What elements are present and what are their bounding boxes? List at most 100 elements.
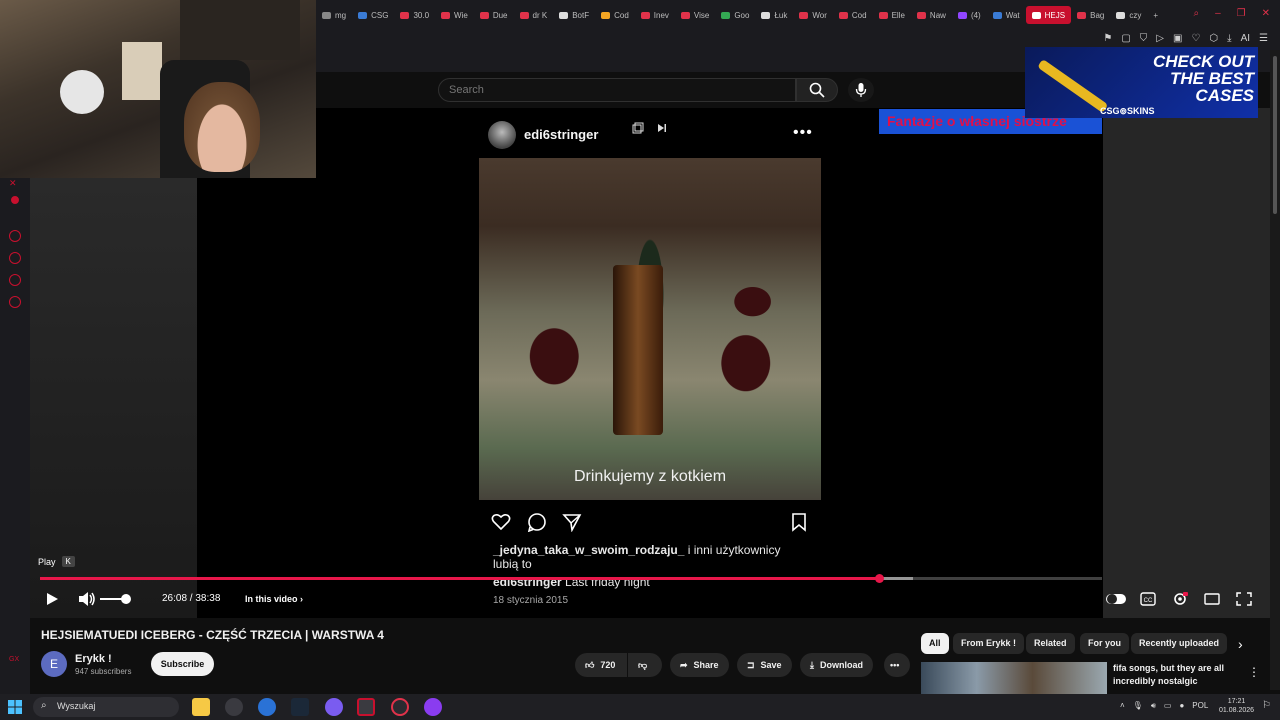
chip-for-you[interactable]: For you <box>1080 633 1129 654</box>
speaker-icon[interactable]: 🔊︎ <box>1151 701 1156 711</box>
autoplay-toggle[interactable] <box>1105 592 1127 606</box>
more-vertical-icon[interactable]: ⋮ <box>1248 665 1260 679</box>
browser-tab[interactable]: Wor <box>793 6 833 24</box>
sidebar-settings-icon[interactable] <box>9 296 21 308</box>
new-tab-button[interactable]: + <box>1147 6 1164 24</box>
share-button[interactable]: ➦ Share <box>670 653 729 677</box>
file-explorer-icon[interactable] <box>192 698 210 716</box>
opera-gx-icon[interactable] <box>357 698 375 716</box>
browser-tab[interactable]: czy <box>1110 6 1147 24</box>
chip-recently-uploaded[interactable]: Recently uploaded <box>1131 633 1228 654</box>
sidebar-extensions-icon[interactable] <box>9 274 21 286</box>
microphone-icon[interactable]: 🎙︎ <box>1133 701 1143 711</box>
dislike-button[interactable]: 👎︎ <box>628 653 662 677</box>
extension-icons: ⚑ ▢ ⛉ ▷ ▣ ♡ ⬡ ⤓ AI ☰ <box>1103 31 1268 45</box>
recommendation-title[interactable]: fifa songs, but they are all incredibly … <box>1113 662 1238 688</box>
app-icon[interactable] <box>225 698 243 716</box>
search-button[interactable] <box>796 78 838 102</box>
tab-favicon-icon <box>358 11 368 19</box>
chevron-right-icon[interactable]: › <box>1238 636 1243 652</box>
chip-all[interactable]: All <box>921 633 949 654</box>
browser-tab[interactable]: HEJS <box>1025 6 1072 24</box>
browser-tab[interactable]: Vise <box>675 6 715 24</box>
bookmark-icon[interactable]: ⚑ <box>1103 33 1112 44</box>
taskbar-clock[interactable]: 17:21 01.08.2026 <box>1219 697 1254 715</box>
browser-tab[interactable]: Łuk <box>755 6 793 24</box>
browser-tab[interactable]: Goo <box>715 6 755 24</box>
taskbar-search[interactable]: ⌕ Wyszukaj <box>33 697 179 717</box>
maximize-icon[interactable]: ❐ <box>1237 8 1246 19</box>
sidebar-player-icon[interactable] <box>9 230 21 242</box>
browser-tab[interactable]: Cod <box>595 6 635 24</box>
search-tabs-icon[interactable]: ⌕ <box>1193 8 1199 19</box>
ai-icon[interactable]: AI <box>1241 33 1250 44</box>
shield-icon[interactable]: ⛉ <box>1140 33 1148 44</box>
steam-icon[interactable] <box>291 698 309 716</box>
subscribe-button[interactable]: Subscribe <box>151 652 214 676</box>
subtitles-icon[interactable]: CC <box>1140 592 1156 606</box>
browser-tab[interactable]: Elle <box>873 6 911 24</box>
play-tooltip: Play K <box>38 556 75 567</box>
progress-scrubber[interactable] <box>875 574 884 583</box>
browser-tab[interactable]: 30.0 <box>394 6 435 24</box>
recommendation-thumbnail[interactable] <box>921 662 1107 694</box>
settings-icon[interactable] <box>258 698 276 716</box>
sidebar-history-icon[interactable] <box>9 252 21 264</box>
browser-tab[interactable]: BotF <box>553 6 595 24</box>
volume-icon[interactable] <box>78 591 96 607</box>
browser-tab[interactable]: mg <box>316 6 352 24</box>
snapshot-icon[interactable]: ▢ <box>1121 33 1130 44</box>
browser-tab[interactable]: Wie <box>435 6 474 24</box>
volume-knob[interactable] <box>121 594 131 604</box>
language-indicator[interactable]: POL <box>1192 701 1208 711</box>
theater-mode-icon[interactable] <box>1204 592 1220 606</box>
settings-gear-icon[interactable] <box>1172 592 1188 606</box>
browser-tab[interactable]: Cod <box>833 6 873 24</box>
network-icon[interactable]: ▭ <box>1164 701 1172 711</box>
discord-icon[interactable] <box>325 698 343 716</box>
minimize-icon[interactable]: – <box>1215 8 1221 19</box>
menu-icon[interactable]: ☰ <box>1259 33 1268 44</box>
extensions-icon[interactable]: ⬡ <box>1209 33 1218 44</box>
browser-tab[interactable]: CSG <box>352 6 394 24</box>
scrollbar-thumb[interactable] <box>1273 56 1277 214</box>
windows-start-icon[interactable] <box>8 700 22 714</box>
tab-favicon-icon <box>838 11 848 19</box>
browser-tab[interactable]: Wat <box>987 6 1026 24</box>
tab-label: Cod <box>851 10 867 20</box>
voice-search-button[interactable] <box>848 78 874 102</box>
fullscreen-icon[interactable] <box>1236 592 1252 606</box>
app-icon[interactable] <box>424 698 442 716</box>
chip-related[interactable]: Related <box>1026 633 1075 654</box>
chip-from-channel[interactable]: From Erykk ! <box>953 633 1025 654</box>
player-icon[interactable]: ▷ <box>1156 33 1164 44</box>
chevron-up-icon[interactable]: ˄ <box>1120 701 1125 711</box>
download-icon[interactable]: ⤓ <box>1227 33 1231 44</box>
svg-text:CC: CC <box>1144 598 1153 604</box>
steam-tray-icon[interactable]: ● <box>1179 701 1184 711</box>
tab-favicon-icon <box>1116 11 1126 19</box>
download-button[interactable]: ⤓ Download <box>800 653 873 677</box>
search-input[interactable] <box>438 78 796 102</box>
more-actions-button[interactable]: ••• <box>884 653 910 677</box>
play-button[interactable] <box>44 591 60 607</box>
close-icon[interactable]: ✕ <box>1262 8 1270 19</box>
like-button[interactable]: 👍︎ 720 <box>575 653 627 677</box>
browser-tab[interactable]: Bag <box>1071 6 1110 24</box>
app-icon[interactable] <box>391 698 409 716</box>
sidebar-badge-icon[interactable] <box>11 196 19 204</box>
avatar[interactable]: E <box>41 651 67 677</box>
sidebar-x-icon[interactable]: ✕ <box>9 178 21 190</box>
browser-tab[interactable]: Inev <box>635 6 675 24</box>
browser-tab[interactable]: dr K <box>514 6 554 24</box>
channel-name[interactable]: Erykk ! <box>75 653 112 665</box>
chapters-button[interactable]: In this video › <box>245 594 303 604</box>
browser-tab[interactable]: (4) <box>952 6 987 24</box>
notification-icon[interactable]: ⚐ <box>1262 700 1271 711</box>
browser-tab[interactable]: Due <box>474 6 514 24</box>
save-button[interactable]: ⊐ Save <box>737 653 792 677</box>
wallet-icon[interactable]: ▣ <box>1173 33 1182 44</box>
sidebar-gx-icon[interactable]: GX <box>9 656 21 668</box>
heart-icon[interactable]: ♡ <box>1191 33 1200 44</box>
browser-tab[interactable]: Naw <box>911 6 952 24</box>
